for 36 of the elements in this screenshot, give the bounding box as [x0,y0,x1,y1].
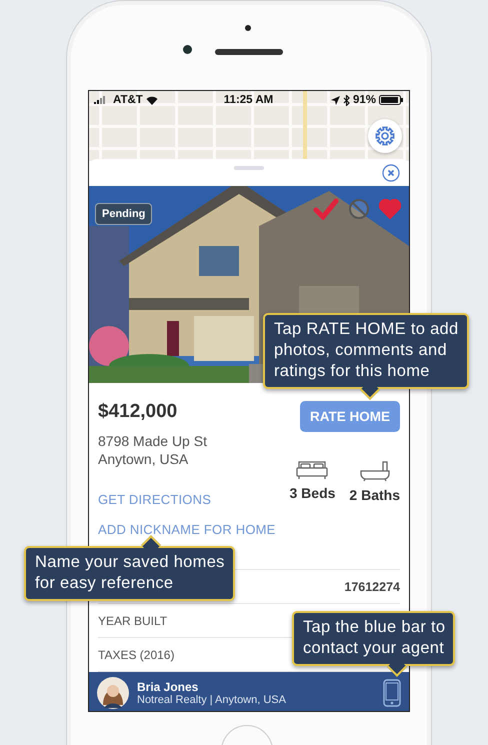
fact-value: 17612274 [344,580,400,594]
fact-label: YEAR BUILT [98,614,168,628]
close-button[interactable] [382,164,400,182]
agent-company: Notreal Realty | Anytown, USA [137,694,287,706]
status-time: 11:25 AM [224,94,274,106]
add-nickname-link[interactable]: ADD NICKNAME FOR HOME [98,522,276,537]
agent-name: Bria Jones [137,680,200,694]
bathtub-icon [358,460,391,482]
status-badge: Pending [95,203,152,225]
bluetooth-icon [342,94,350,106]
bed-icon [295,460,330,480]
address-line: 8798 Made Up St [98,432,208,450]
tooltip-text: Name your saved homes for easy reference [35,552,225,594]
price: $412,000 [98,401,178,423]
fact-label: TAXES (2016) [98,648,174,662]
wifi-icon [146,96,158,104]
get-directions-link[interactable]: GET DIRECTIONS [98,492,212,507]
block-icon[interactable] [348,198,370,220]
tooltip-text: Tap the blue bar to contact your agent [303,617,446,659]
rate-home-button[interactable]: RATE HOME [300,401,400,432]
phone-icon[interactable] [383,679,401,707]
feature-label: 3 Beds [290,485,336,501]
drag-handle[interactable] [234,166,264,170]
camera-icon [183,45,192,54]
battery-icon [379,95,403,105]
tooltip-text: Tap RATE HOME to add photos, comments and ratings for this home [274,319,459,382]
agent-bar[interactable]: Bria Jones Notreal Realty | Anytown, USA [89,672,409,711]
battery-percent: 91% [352,94,376,106]
carrier-name: AT&T [113,94,143,106]
heart-icon[interactable] [379,199,401,219]
speaker-icon [215,49,283,55]
address-line: Anytown, USA [98,450,190,468]
avatar-icon [97,677,129,709]
check-icon[interactable] [313,198,339,220]
feature-label: 2 Baths [349,487,400,503]
settings-icon [375,126,395,146]
